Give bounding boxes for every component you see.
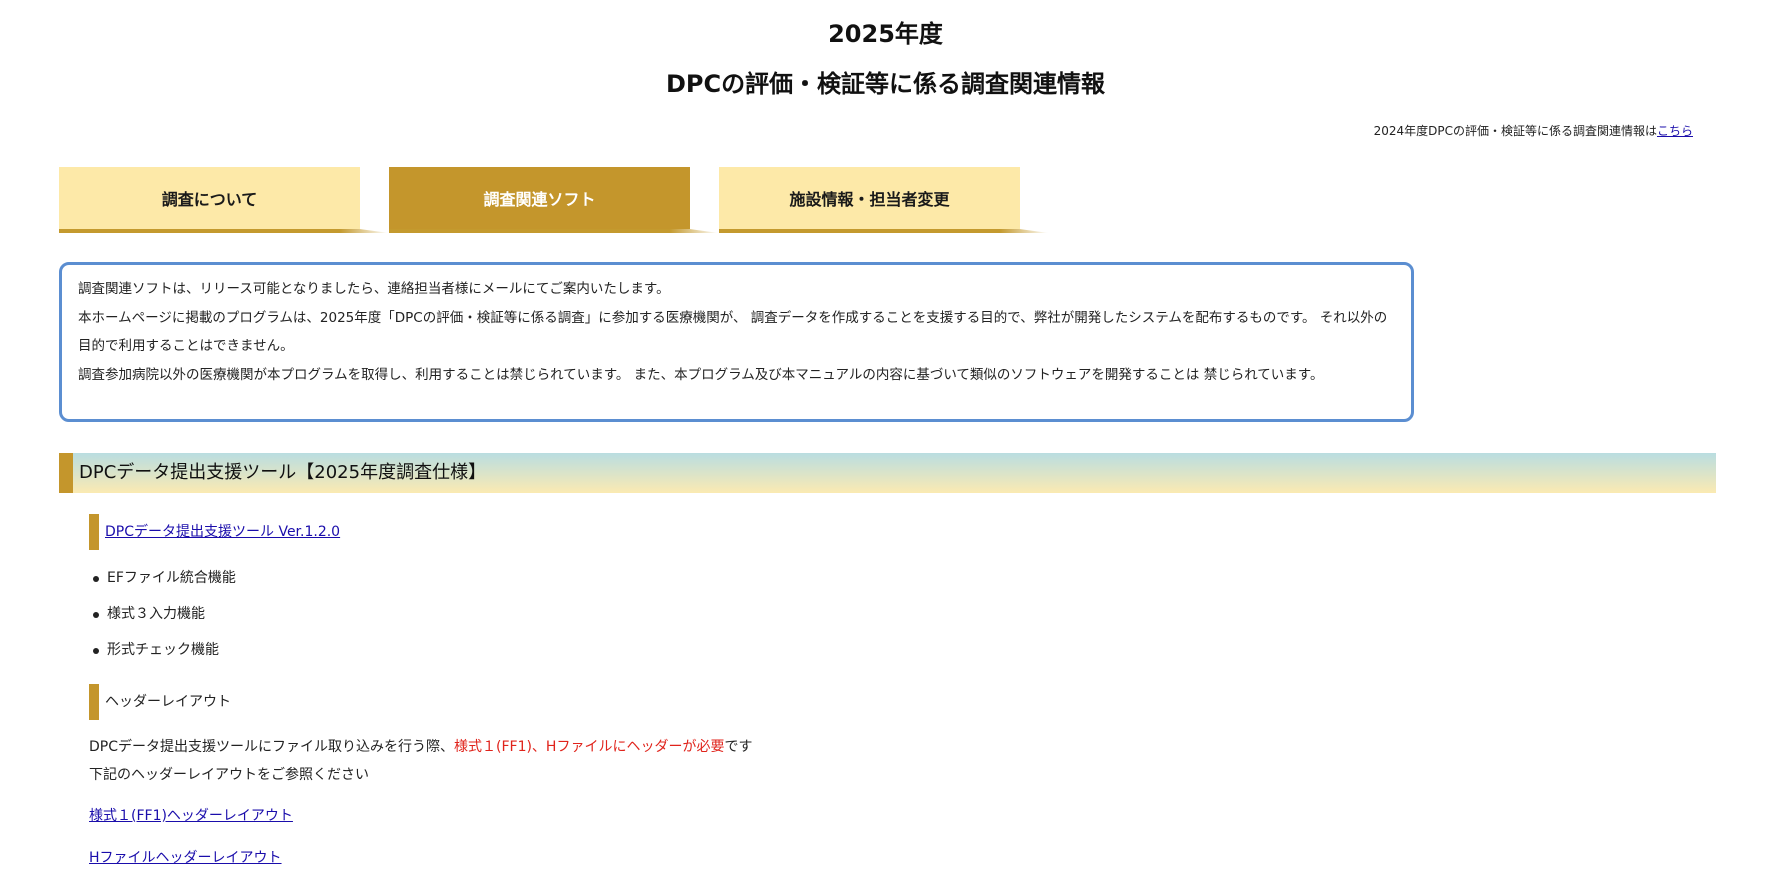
- desc-line: 下記のヘッダーレイアウトをご参照ください: [89, 767, 369, 783]
- header-layout-description: DPCデータ提出支援ツールにファイル取り込みを行う際、様式１(FF1)、Hファイ…: [89, 733, 752, 789]
- tab-label: 施設情報・担当者変更: [789, 190, 950, 209]
- notice-line: 調査参加病院以外の医療機関が本プログラムを取得し、利用することは禁じられています…: [78, 366, 1324, 383]
- prev-year-info: 2024年度DPCの評価・検証等に係る調査関連情報はこちら: [1374, 122, 1693, 139]
- list-item: 形式チェック機能: [89, 632, 236, 668]
- desc-line: DPCデータ提出支援ツールにファイル取り込みを行う際、様式１(FF1)、Hファイ…: [89, 733, 752, 761]
- tab-label: 調査関連ソフト: [483, 190, 596, 209]
- notice-line: 調査関連ソフトは、リリース可能となりましたら、連絡担当者様にメールにてご案内いた…: [78, 281, 670, 297]
- ff1-header-layout-link[interactable]: 様式１(FF1)ヘッダーレイアウト: [89, 805, 293, 825]
- tab-survey-software[interactable]: 調査関連ソフト: [389, 167, 690, 229]
- prev-year-text: 2024年度DPCの評価・検証等に係る調査関連情報は: [1373, 124, 1657, 138]
- tool-download-link[interactable]: DPCデータ提出支援ツール Ver.1.2.0: [105, 524, 340, 540]
- desc-prefix: DPCデータ提出支援ツールにファイル取り込みを行う際、: [89, 739, 454, 755]
- notice-line: 本ホームページに掲載のプログラムは、2025年度「DPCの評価・検証等に係る調査…: [78, 309, 1388, 355]
- tab-label: 調査について: [161, 190, 258, 209]
- section-header: DPCデータ提出支援ツール【2025年度調査仕様】: [59, 453, 1716, 493]
- list-item: EFファイル統合機能: [89, 560, 236, 596]
- tab-facility-info[interactable]: 施設情報・担当者変更: [719, 167, 1020, 229]
- page-title-year: 2025年度: [828, 20, 943, 48]
- section-accent-bar: [59, 453, 73, 493]
- list-item: 様式３入力機能: [89, 596, 236, 632]
- prev-year-link[interactable]: こちら: [1657, 124, 1693, 138]
- tool-heading: DPCデータ提出支援ツール Ver.1.2.0: [89, 514, 340, 550]
- section-title: DPCデータ提出支援ツール【2025年度調査仕様】: [79, 462, 487, 483]
- desc-highlight: 様式１(FF1)、Hファイルにヘッダーが必要: [454, 739, 725, 755]
- feature-list: EFファイル統合機能 様式３入力機能 形式チェック機能: [89, 560, 236, 668]
- page-title: DPCの評価・検証等に係る調査関連情報: [665, 70, 1106, 98]
- h-file-header-layout-link[interactable]: Hファイルヘッダーレイアウト: [89, 847, 282, 867]
- desc-suffix: です: [724, 739, 753, 755]
- header-layout-heading: ヘッダーレイアウト: [89, 684, 231, 720]
- tab-about-survey[interactable]: 調査について: [59, 167, 360, 229]
- notice-box: 調査関連ソフトは、リリース可能となりましたら、連絡担当者様にメールにてご案内いた…: [59, 262, 1414, 422]
